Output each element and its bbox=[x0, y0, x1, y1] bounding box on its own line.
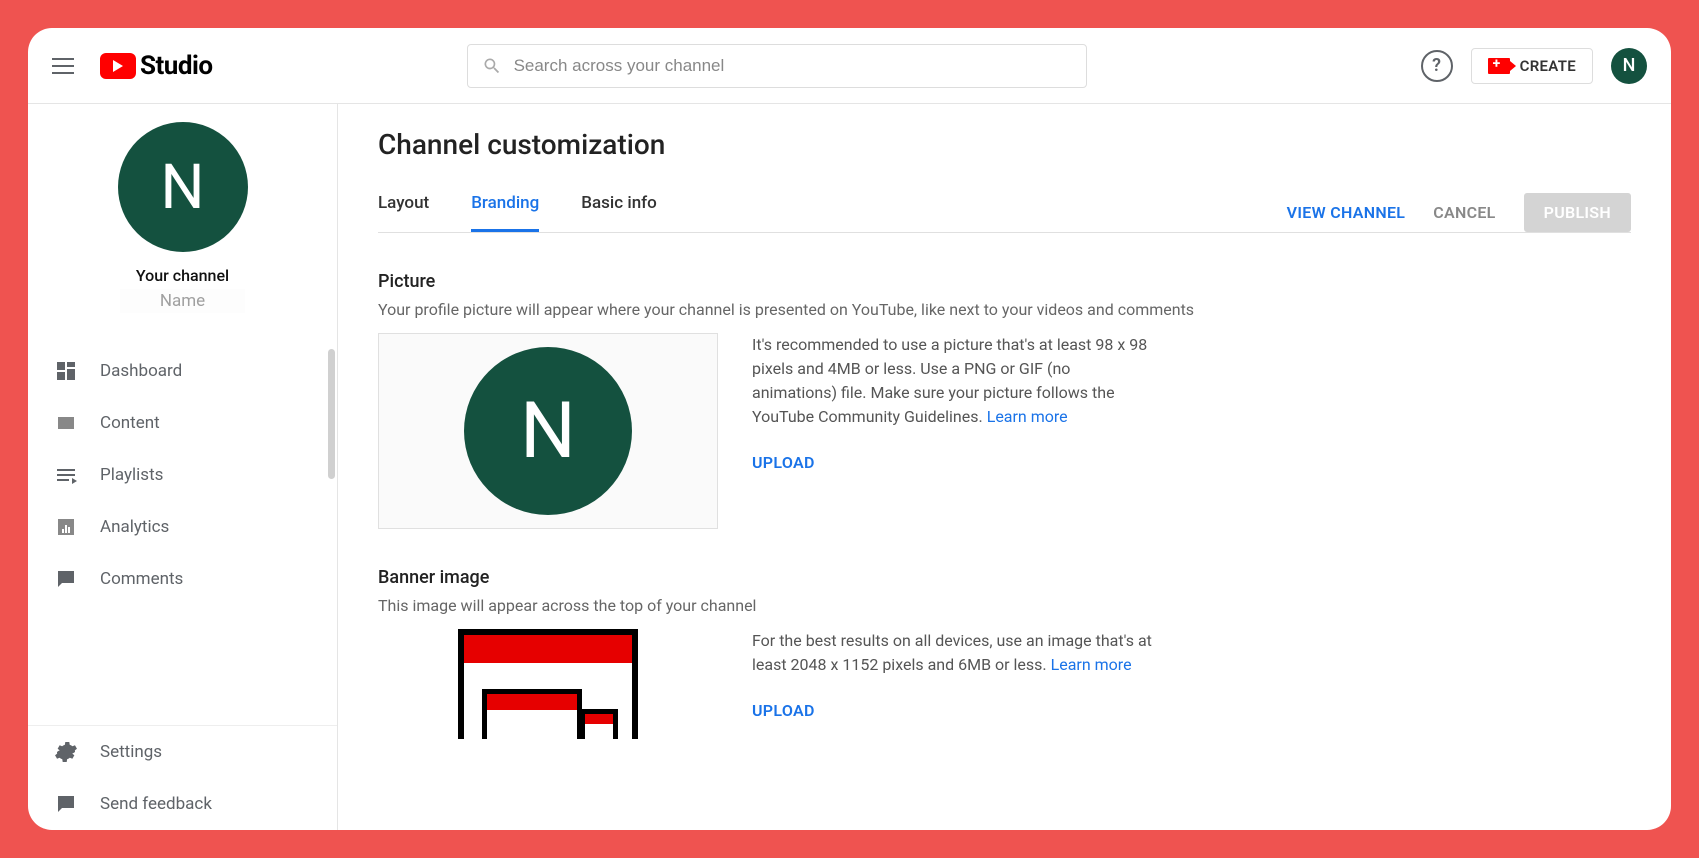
app-window: Studio ? CREATE N N Your channel Name bbox=[28, 28, 1671, 830]
picture-upload-button[interactable]: UPLOAD bbox=[752, 453, 815, 472]
main-content: Channel customization Layout Branding Ba… bbox=[338, 104, 1671, 830]
section-desc: Your profile picture will appear where y… bbox=[378, 300, 1631, 319]
sidebar-item-playlists[interactable]: Playlists bbox=[28, 449, 337, 501]
publish-button[interactable]: PUBLISH bbox=[1524, 193, 1631, 232]
banner-learn-more-link[interactable]: Learn more bbox=[1051, 655, 1132, 674]
tab-row: Layout Branding Basic info VIEW CHANNEL … bbox=[378, 193, 1631, 233]
sidebar-item-label: Content bbox=[100, 413, 160, 433]
topbar: Studio ? CREATE N bbox=[28, 28, 1671, 104]
sidebar-bottom: Settings Send feedback bbox=[28, 725, 337, 830]
banner-device-medium bbox=[482, 689, 582, 739]
sidebar-item-label: Send feedback bbox=[100, 794, 212, 814]
channel-name: Name bbox=[120, 289, 245, 313]
section-body: For the best results on all devices, use… bbox=[378, 629, 1631, 749]
sidebar-item-label: Analytics bbox=[100, 517, 169, 537]
logo-text: Studio bbox=[140, 51, 213, 81]
sidebar-item-comments[interactable]: Comments bbox=[28, 553, 337, 605]
sidebar-item-label: Comments bbox=[100, 569, 183, 589]
create-camera-icon bbox=[1488, 58, 1510, 74]
sidebar-item-label: Settings bbox=[100, 742, 162, 762]
sidebar-scrollbar[interactable] bbox=[328, 349, 335, 479]
content-icon bbox=[54, 411, 78, 435]
picture-learn-more-link[interactable]: Learn more bbox=[987, 407, 1068, 426]
picture-preview: N bbox=[378, 333, 718, 529]
channel-your-label: Your channel bbox=[136, 266, 229, 285]
cancel-button[interactable]: CANCEL bbox=[1433, 203, 1495, 222]
youtube-play-icon bbox=[100, 53, 136, 79]
search-icon bbox=[482, 56, 502, 76]
page-title: Channel customization bbox=[378, 128, 1631, 161]
tabs: Layout Branding Basic info bbox=[378, 193, 657, 232]
channel-avatar[interactable]: N bbox=[118, 122, 248, 252]
channel-info: N Your channel Name bbox=[28, 122, 337, 313]
section-body: N It's recommended to use a picture that… bbox=[378, 333, 1631, 529]
comments-icon bbox=[54, 567, 78, 591]
sidebar-item-content[interactable]: Content bbox=[28, 397, 337, 449]
dashboard-icon bbox=[54, 359, 78, 383]
picture-info: It's recommended to use a picture that's… bbox=[752, 335, 1147, 426]
section-desc: This image will appear across the top of… bbox=[378, 596, 1631, 615]
sidebar-item-analytics[interactable]: Analytics bbox=[28, 501, 337, 553]
picture-avatar: N bbox=[464, 347, 632, 515]
sidebar-item-dashboard[interactable]: Dashboard bbox=[28, 345, 337, 397]
banner-preview bbox=[378, 629, 718, 749]
account-avatar[interactable]: N bbox=[1611, 48, 1647, 84]
menu-icon[interactable] bbox=[52, 54, 76, 78]
banner-upload-button[interactable]: UPLOAD bbox=[752, 701, 815, 720]
section-title: Picture bbox=[378, 271, 1631, 292]
search-box[interactable] bbox=[467, 44, 1087, 88]
gear-icon bbox=[54, 740, 78, 764]
feedback-icon bbox=[54, 792, 78, 816]
section-banner: Banner image This image will appear acro… bbox=[378, 567, 1631, 749]
help-icon[interactable]: ? bbox=[1421, 50, 1453, 82]
sidebar: N Your channel Name Dashboard Content bbox=[28, 104, 338, 830]
sidebar-item-label: Dashboard bbox=[100, 361, 182, 381]
section-picture: Picture Your profile picture will appear… bbox=[378, 271, 1631, 529]
tab-layout[interactable]: Layout bbox=[378, 193, 429, 232]
section-title: Banner image bbox=[378, 567, 1631, 588]
body: N Your channel Name Dashboard Content bbox=[28, 104, 1671, 830]
create-label: CREATE bbox=[1520, 57, 1576, 75]
sidebar-item-settings[interactable]: Settings bbox=[28, 726, 337, 778]
section-right: It's recommended to use a picture that's… bbox=[752, 333, 1152, 472]
tab-basic-info[interactable]: Basic info bbox=[581, 193, 657, 232]
banner-device-small bbox=[580, 709, 618, 739]
section-right: For the best results on all devices, use… bbox=[752, 629, 1152, 720]
view-channel-button[interactable]: VIEW CHANNEL bbox=[1287, 203, 1406, 222]
playlists-icon bbox=[54, 463, 78, 487]
topbar-right: ? CREATE N bbox=[1421, 48, 1647, 84]
sidebar-item-feedback[interactable]: Send feedback bbox=[28, 778, 337, 830]
studio-logo[interactable]: Studio bbox=[100, 51, 213, 81]
tab-branding[interactable]: Branding bbox=[471, 193, 539, 232]
banner-device-large bbox=[458, 629, 638, 739]
nav-list: Dashboard Content Playlists bbox=[28, 345, 337, 605]
tab-actions: VIEW CHANNEL CANCEL PUBLISH bbox=[1287, 193, 1631, 232]
sidebar-item-label: Playlists bbox=[100, 465, 163, 485]
analytics-icon bbox=[54, 515, 78, 539]
create-button[interactable]: CREATE bbox=[1471, 48, 1593, 84]
search-input[interactable] bbox=[514, 56, 1072, 76]
